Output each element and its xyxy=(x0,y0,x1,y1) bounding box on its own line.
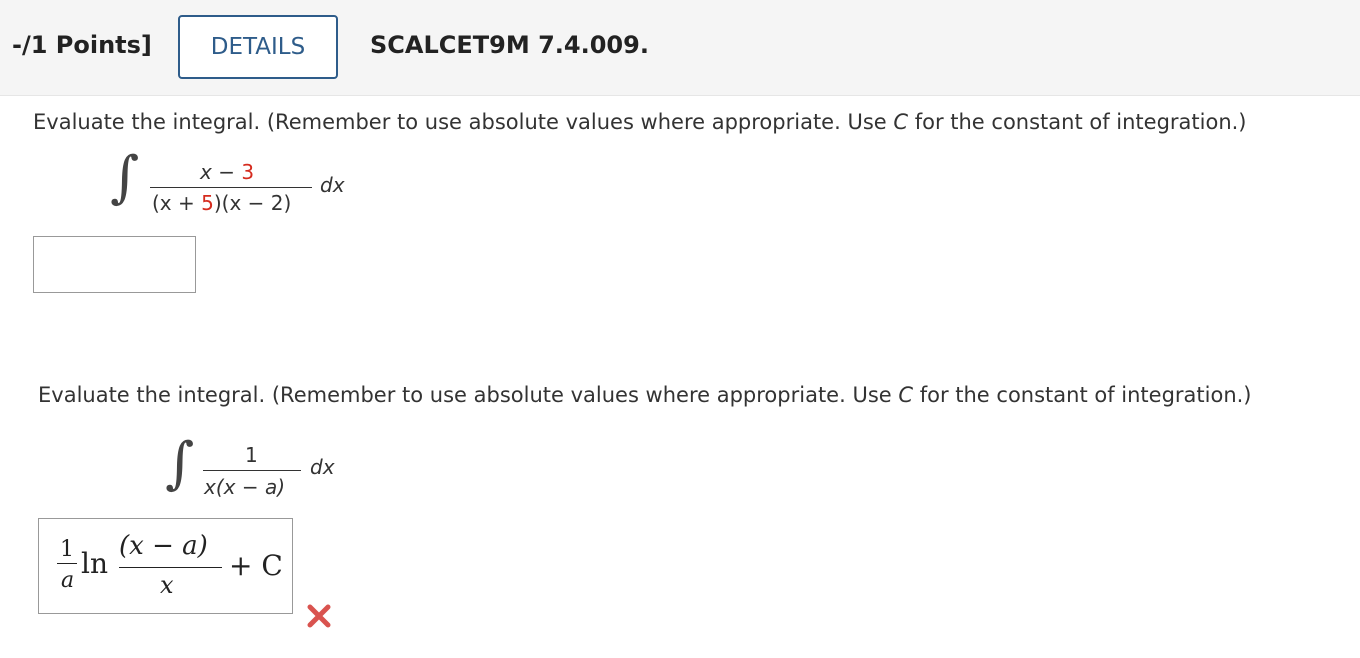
q2-integral-sign: ∫ xyxy=(165,431,195,496)
q2-numerator: 1 xyxy=(245,443,258,467)
points-label: -/1 Points] xyxy=(12,31,152,59)
q2-instr-var: C xyxy=(898,383,914,407)
q2-ans-num: (x − a) xyxy=(119,531,208,561)
question-header: -/1 Points] DETAILS SCALCET9M 7.4.009. xyxy=(0,0,1360,96)
q1-den-b: )(x − 2) xyxy=(213,191,292,215)
q2-instr-after: for the constant of integration.) xyxy=(913,383,1252,407)
wrong-x-icon xyxy=(307,604,331,628)
q2-ans-coef-num: 1 xyxy=(60,537,74,562)
q2-instructions: Evaluate the integral. (Remember to use … xyxy=(38,383,1252,407)
q1-instructions: Evaluate the integral. (Remember to use … xyxy=(33,110,1247,134)
details-button[interactable]: DETAILS xyxy=(178,15,338,79)
problem-id: SCALCET9M 7.4.009. xyxy=(370,31,649,59)
q2-ans-bar xyxy=(119,567,222,568)
q1-dx: dx xyxy=(320,173,345,197)
q2-answer-input[interactable]: 1 a ln (x − a) x + C xyxy=(38,518,293,614)
q1-denominator: (x + 5)(x − 2) xyxy=(152,191,291,215)
q2-ans-coef-bar xyxy=(57,563,77,564)
q1-num-red: 3 xyxy=(241,160,255,184)
q1-den-a: (x + xyxy=(152,191,202,215)
q1-fraction-bar xyxy=(150,187,312,188)
q1-integral-sign: ∫ xyxy=(110,145,140,210)
q2-ans-tail: + C xyxy=(229,549,283,582)
q1-instr-var: C xyxy=(893,110,909,134)
q1-instr-after: for the constant of integration.) xyxy=(908,110,1247,134)
q1-answer-input[interactable] xyxy=(33,236,196,293)
q2-ans-ln: ln xyxy=(81,547,108,580)
q2-instr-before: Evaluate the integral. (Remember to use … xyxy=(38,383,899,407)
q2-fraction-bar xyxy=(203,470,301,471)
q1-numerator: x − 3 xyxy=(200,160,254,184)
q2-ans-coef-den: a xyxy=(61,568,75,593)
q1-instr-before: Evaluate the integral. (Remember to use … xyxy=(33,110,894,134)
q2-denominator: x(x − a) xyxy=(204,475,286,499)
q2-ans-den: x xyxy=(160,571,174,599)
q2-dx: dx xyxy=(310,455,335,479)
q1-den-red: 5 xyxy=(201,191,214,215)
q1-num-left: x − xyxy=(200,160,242,184)
